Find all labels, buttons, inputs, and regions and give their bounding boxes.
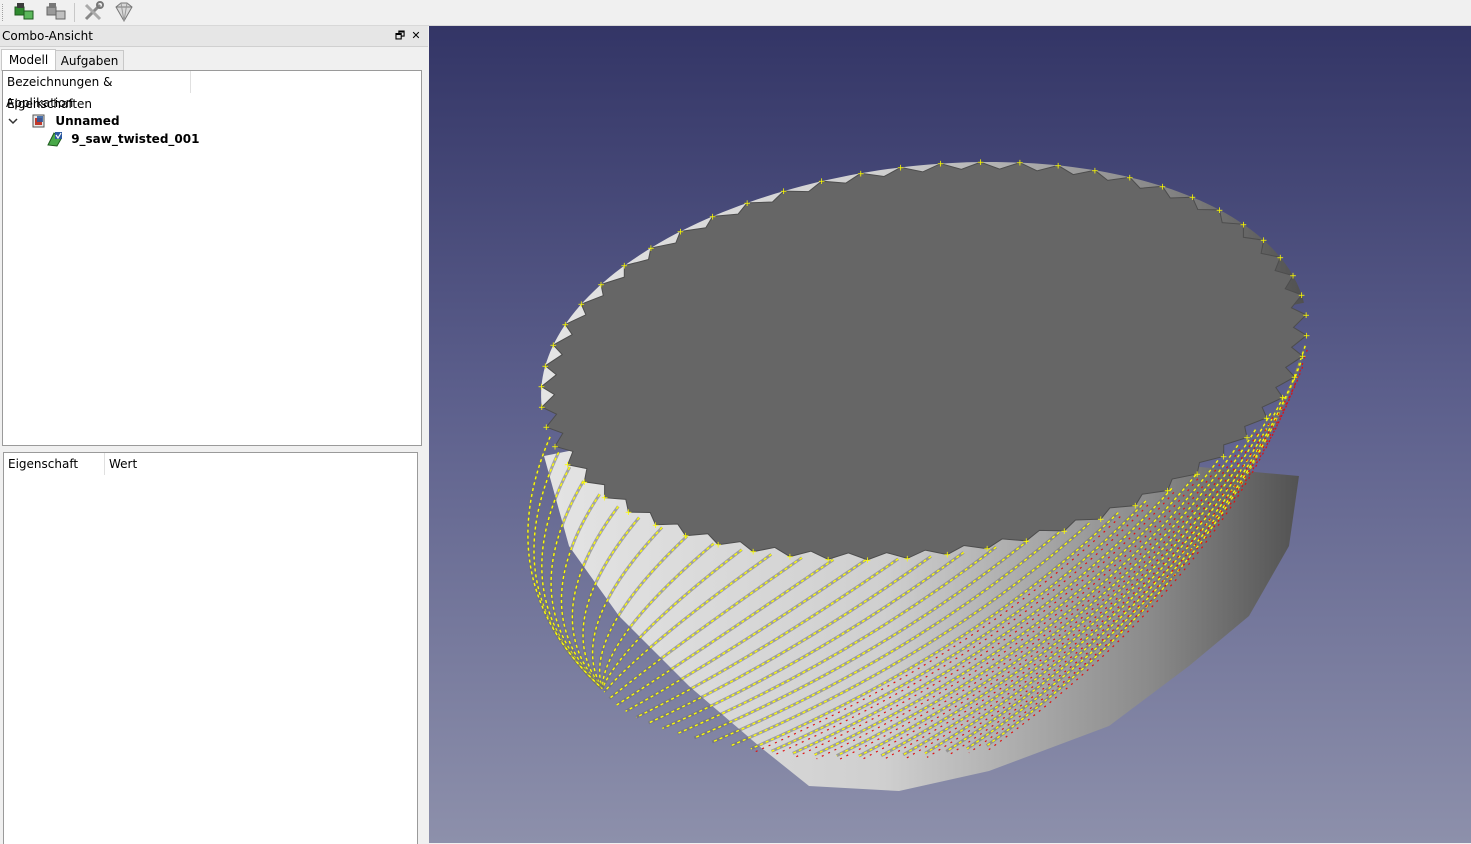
tooth-tip-marker: + [1243,434,1251,444]
model-tree[interactable]: Bezeichnungen & Eigenschaften Applikatio… [2,70,422,446]
tooth-tip-marker: + [652,521,660,531]
tooth-tip-marker: + [621,262,629,272]
document-icon [32,114,45,128]
tooth-tip-marker: + [1164,487,1172,497]
tooth-tip-marker: + [1023,537,1031,547]
tooth-tip-marker: + [983,545,991,555]
tooth-tip-marker: + [786,553,794,563]
tooth-tip-marker: + [818,177,826,187]
tooth-tip-marker: + [562,320,570,330]
tree-item-object[interactable]: 9_saw_twisted_001 [47,130,199,148]
tooth-tip-marker: + [709,212,717,222]
tooth-tip-marker: + [1298,291,1306,301]
tooth-tip-marker: + [780,187,788,197]
tooth-tip-marker: + [857,169,865,179]
tooth-tip-marker: + [1189,193,1197,203]
tooth-tip-marker: + [578,300,586,310]
tooth-tip-marker: + [1216,206,1224,216]
tooth-tip-marker: + [1303,331,1311,341]
property-view[interactable]: Eigenschaft Wert [3,452,418,844]
tooth-tip-marker: + [601,494,609,504]
tooth-tip-marker: + [714,541,722,551]
tooth-tip-marker: + [1299,352,1307,362]
tooth-tip-marker: + [977,158,985,168]
tooth-tip-marker: + [542,362,550,372]
tab-modell[interactable]: Modell [1,49,56,71]
tree-column-header[interactable]: Bezeichnungen & Eigenschaften [3,71,191,111]
property-column-header[interactable]: Eigenschaft [4,453,105,475]
tooth-tip-marker: + [1260,236,1268,246]
tooth-tip-marker: + [581,478,589,488]
tooth-tip-marker: + [1126,173,1134,183]
tooth-tip-marker: + [904,554,912,564]
tooth-tip-marker: + [1193,470,1201,480]
tooth-tip-marker: + [1263,414,1271,424]
tab-aufgaben-label: Aufgaben [60,54,119,68]
tooth-tip-marker: + [647,244,655,254]
tree-item-document[interactable]: Unnamed [7,112,120,130]
tooth-tip-marker: + [897,163,905,173]
gem-icon [115,2,133,23]
document-name: Unnamed [55,114,120,128]
tooth-tip-marker: + [1289,272,1297,282]
tooth-tip-marker: + [824,555,832,565]
tooth-tip-marker: + [597,281,605,291]
tools-icon [84,1,104,21]
tooth-tip-marker: + [551,442,559,452]
part-feature-icon [47,132,62,147]
tab-aufgaben[interactable]: Aufgaben [55,50,124,71]
tooth-tip-marker: + [864,556,872,566]
tooth-tip-marker: + [743,199,751,209]
property-header-label: Eigenschaft [8,457,79,471]
tooth-tip-marker: + [1159,182,1167,192]
tooth-tip-marker: + [1097,515,1105,525]
application-label: Applikation [6,96,74,110]
toolbar-grip[interactable] [2,4,6,21]
chevron-down-icon[interactable] [7,112,19,130]
tooth-tip-marker: + [1240,220,1248,230]
main-toolbar [0,0,1471,26]
tooth-tip-marker: + [749,548,757,558]
boolean-export-button[interactable] [44,1,68,23]
tooth-tip-marker: + [1302,311,1310,321]
combo-view-title: Combo-Ansicht [2,29,93,43]
tooth-tip-marker: + [944,551,952,561]
close-panel-icon[interactable]: ✕ [409,29,423,43]
twisted-saw-model[interactable]: + + + + + + + + + + + + + + + + + + + + + + + + + + + + + + + + + + + + + + + +… [429,26,1471,843]
tooth-tip-marker: + [1132,502,1140,512]
tab-modell-label: Modell [8,53,49,67]
tooth-tip-marker: + [1016,159,1024,169]
gem-button[interactable] [112,1,136,23]
tooth-tip-marker: + [1277,253,1285,263]
3d-viewport[interactable]: + + + + + + + + + + + + + + + + + + + + + + + + + + + + + + + + + + + + + + + +… [429,26,1471,843]
tooth-tip-marker: + [1061,527,1069,537]
value-column-header[interactable]: Wert [105,453,417,475]
boolean-export-icon [46,3,66,20]
combo-view-panel: Combo-Ansicht 🗗 ✕ Modell Aufgaben Bezeic… [0,26,428,844]
tooth-tip-marker: + [538,383,546,393]
tree-root-label: Applikation [6,94,73,112]
float-panel-icon[interactable]: 🗗 [393,29,407,43]
boolean-import-icon [14,3,34,20]
boolean-import-button[interactable] [12,1,36,23]
toolbar-separator [74,3,75,22]
tooth-tip-marker: + [1054,161,1062,171]
tooth-tip-marker: + [682,532,690,542]
tooth-tip-marker: + [1279,394,1287,404]
object-name: 9_saw_twisted_001 [71,132,200,146]
value-header-label: Wert [109,457,138,471]
combo-view-titlebar: Combo-Ansicht 🗗 ✕ [0,26,428,47]
tooth-tip-marker: + [538,403,546,413]
tooth-tip-marker: + [543,423,551,433]
tooth-tip-marker: + [937,160,945,170]
tools-button[interactable] [82,1,106,23]
tooth-tip-marker: + [1091,166,1099,176]
tooth-tip-marker: + [564,461,572,471]
tooth-tip-marker: + [1220,452,1228,462]
tooth-tip-marker: + [625,508,633,518]
tooth-tip-marker: + [677,228,685,238]
tooth-tip-marker: + [550,341,558,351]
tooth-tip-marker: + [1291,373,1299,383]
